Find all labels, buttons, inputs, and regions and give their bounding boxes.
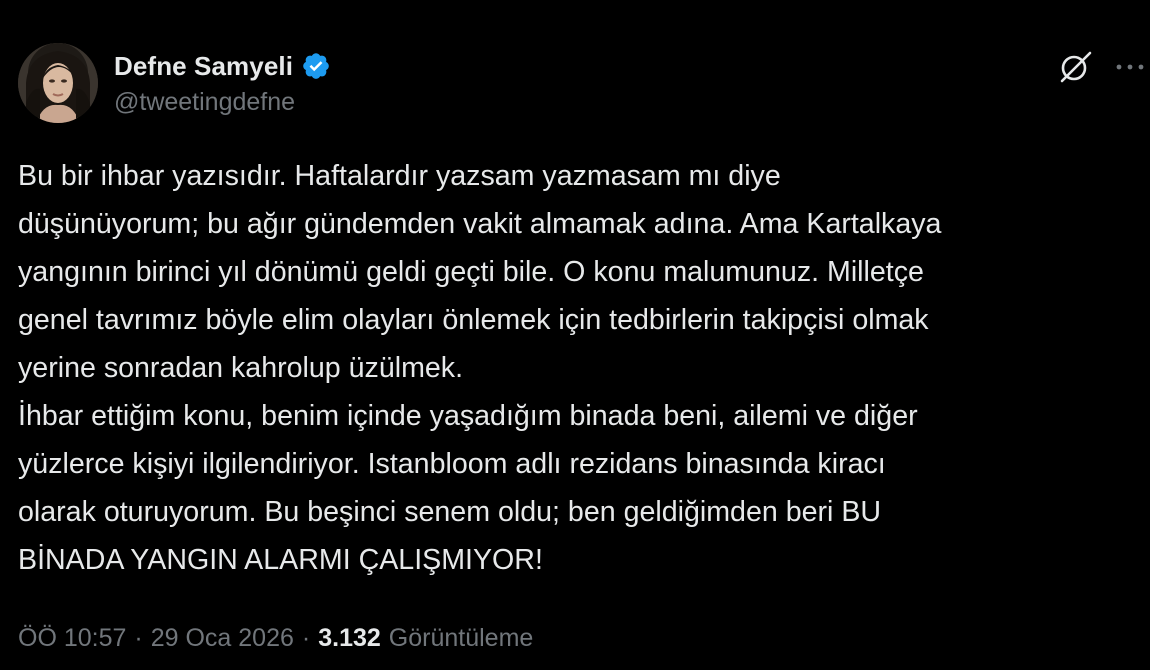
display-name[interactable]: Defne Samyeli bbox=[114, 51, 293, 82]
author-info: Defne Samyeli @tweetingdefne bbox=[114, 48, 331, 117]
tweet-line: olarak oturuyorum. Bu beşinci senem oldu… bbox=[18, 496, 882, 528]
tweet-line: İhbar ettiğim konu, benim içinde yaşadığ… bbox=[18, 400, 918, 432]
tweet-line: BİNADA YANGIN ALARMI ÇALIŞMIYOR! bbox=[18, 544, 543, 576]
grok-icon[interactable] bbox=[1056, 47, 1096, 87]
tweet-line: düşünüyorum; bu ağır gündemden vakit alm… bbox=[18, 208, 942, 240]
tweet-date[interactable]: 29 Oca 2026 bbox=[151, 624, 294, 653]
more-options-icon[interactable] bbox=[1112, 47, 1148, 87]
views-count[interactable]: 3.132 bbox=[318, 624, 381, 653]
tweet-line: yangının birinci yıl dönümü geldi geçti … bbox=[18, 256, 924, 288]
tweet-line: Bu bir ihbar yazısıdır. Haftalardır yazs… bbox=[18, 160, 781, 192]
views-label: Görüntüleme bbox=[388, 623, 534, 652]
name-row: Defne Samyeli bbox=[114, 48, 331, 84]
meta-separator: · bbox=[134, 623, 143, 652]
tweet-time[interactable]: ÖÖ 10:57 bbox=[18, 624, 126, 653]
tweet-line: yerine sonradan kahrolup üzülmek. bbox=[18, 352, 464, 384]
meta-separator: · bbox=[301, 623, 311, 652]
tweet-line: genel tavrımız böyle elim olayları önlem… bbox=[18, 304, 929, 336]
handle[interactable]: @tweetingdefne bbox=[114, 88, 331, 117]
tweet-line: yüzlerce kişiyi ilgilendiriyor. Istanblo… bbox=[18, 448, 886, 480]
verified-badge-icon[interactable] bbox=[301, 51, 331, 81]
tweet-text: Bu bir ihbar yazısıdır. Haftalardır yazs… bbox=[18, 152, 1146, 584]
avatar[interactable] bbox=[18, 43, 98, 123]
tweet-meta: ÖÖ 10:57 · 29 Oca 2026 · 3.132 Görüntüle… bbox=[18, 618, 533, 658]
tweet: Defne Samyeli @tweetingdefne Bu bir ihba… bbox=[0, 0, 1150, 670]
